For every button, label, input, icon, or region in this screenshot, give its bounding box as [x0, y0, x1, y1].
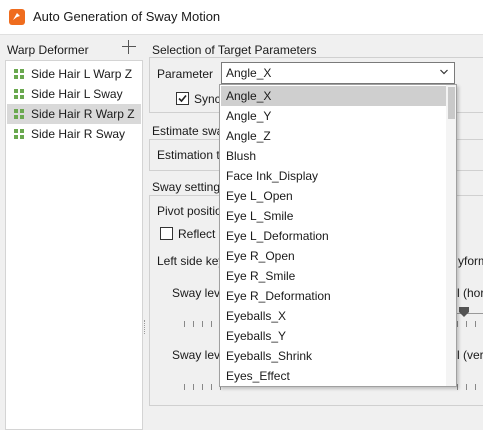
checkmark-icon [178, 94, 187, 103]
dropdown-option[interactable]: Eye R_Open [221, 246, 446, 266]
dropdown-option[interactable]: Eye L_Deformation [221, 226, 446, 246]
deformer-list: Side Hair L Warp Z Side Hair L Sway Side… [5, 60, 143, 430]
estimation-label: Estimation t [157, 148, 220, 162]
dropdown-option[interactable]: Eye R_Smile [221, 266, 446, 286]
pivot-label: Pivot positio [157, 204, 222, 218]
dropdown-scrollbar[interactable] [446, 85, 456, 386]
dropdown-option[interactable]: Eyeballs_X [221, 306, 446, 326]
slider-ticks [457, 384, 483, 390]
sync-label: Sync [194, 92, 221, 106]
warp-deformer-icon [14, 129, 24, 139]
dropdown-option[interactable]: Face Ink_Display [221, 166, 446, 186]
reflect-label: Reflect [178, 227, 216, 241]
add-icon[interactable] [121, 39, 137, 55]
section-title-sway: Sway setting [152, 180, 221, 194]
dropdown-option[interactable]: Eyeballs_Y [221, 326, 446, 346]
dropdown-option[interactable]: Eye L_Open [221, 186, 446, 206]
warp-deformer-icon [14, 109, 24, 119]
sway-level-v-label-right: l (ver [457, 348, 483, 362]
list-item-label: Side Hair R Sway [31, 127, 126, 141]
dropdown-option[interactable]: Eye L_Smile [221, 206, 446, 226]
dropdown-option[interactable]: Eye R_Deformation [221, 286, 446, 306]
dropdown-option[interactable]: Blush [221, 146, 446, 166]
window-title: Auto Generation of Sway Motion [33, 9, 221, 24]
panel-title: Warp Deformer [7, 43, 89, 57]
dropdown-option[interactable]: Angle_Z [221, 126, 446, 146]
slider-thumb[interactable] [459, 307, 469, 317]
list-item[interactable]: Side Hair R Warp Z [7, 104, 141, 124]
dropdown-option[interactable]: Angle_X [221, 86, 446, 106]
slider-ticks [457, 321, 483, 327]
dropdown-option[interactable]: Eyeballs_Shrink [221, 346, 446, 366]
slider-ticks [184, 384, 222, 390]
parameter-label: Parameter [157, 67, 214, 81]
left-panel: Warp Deformer Side Hair L Warp Z Side Ha… [0, 35, 145, 430]
title-bar: Auto Generation of Sway Motion [0, 0, 483, 35]
parameter-select-value: Angle_X [226, 66, 272, 80]
chevron-down-icon [440, 69, 448, 75]
warp-deformer-icon [14, 89, 24, 99]
list-item-label: Side Hair L Sway [31, 87, 123, 101]
scrollbar-thumb[interactable] [448, 87, 455, 119]
parameter-dropdown-list[interactable]: Angle_X Angle_Y Angle_Z Blush Face Ink_D… [219, 84, 457, 387]
reflect-checkbox[interactable] [160, 227, 173, 240]
list-item[interactable]: Side Hair L Warp Z [7, 64, 141, 84]
dropdown-option[interactable]: Angle_Y [221, 106, 446, 126]
sync-checkbox[interactable] [176, 92, 189, 105]
section-title-estimate: Estimate swa [152, 124, 224, 138]
app-logo-icon [9, 9, 25, 25]
list-item-label: Side Hair R Warp Z [31, 107, 135, 121]
sway-level-v-label: Sway lev [172, 348, 221, 362]
sway-level-h-label: Sway lev [172, 286, 221, 300]
sway-level-h-label-right: l (hor [457, 286, 483, 300]
warp-deformer-icon [14, 69, 24, 79]
slider-ticks [184, 321, 222, 327]
left-side-label: Left side key [157, 254, 225, 268]
parameter-select[interactable]: Angle_X [221, 62, 455, 84]
list-item[interactable]: Side Hair R Sway [7, 124, 141, 144]
list-item-label: Side Hair L Warp Z [31, 67, 133, 81]
section-title-target: Selection of Target Parameters [152, 43, 317, 57]
dropdown-option[interactable]: Eyes_Effect [221, 366, 446, 386]
list-item[interactable]: Side Hair L Sway [7, 84, 141, 104]
right-fragment-label: yform [458, 254, 483, 268]
